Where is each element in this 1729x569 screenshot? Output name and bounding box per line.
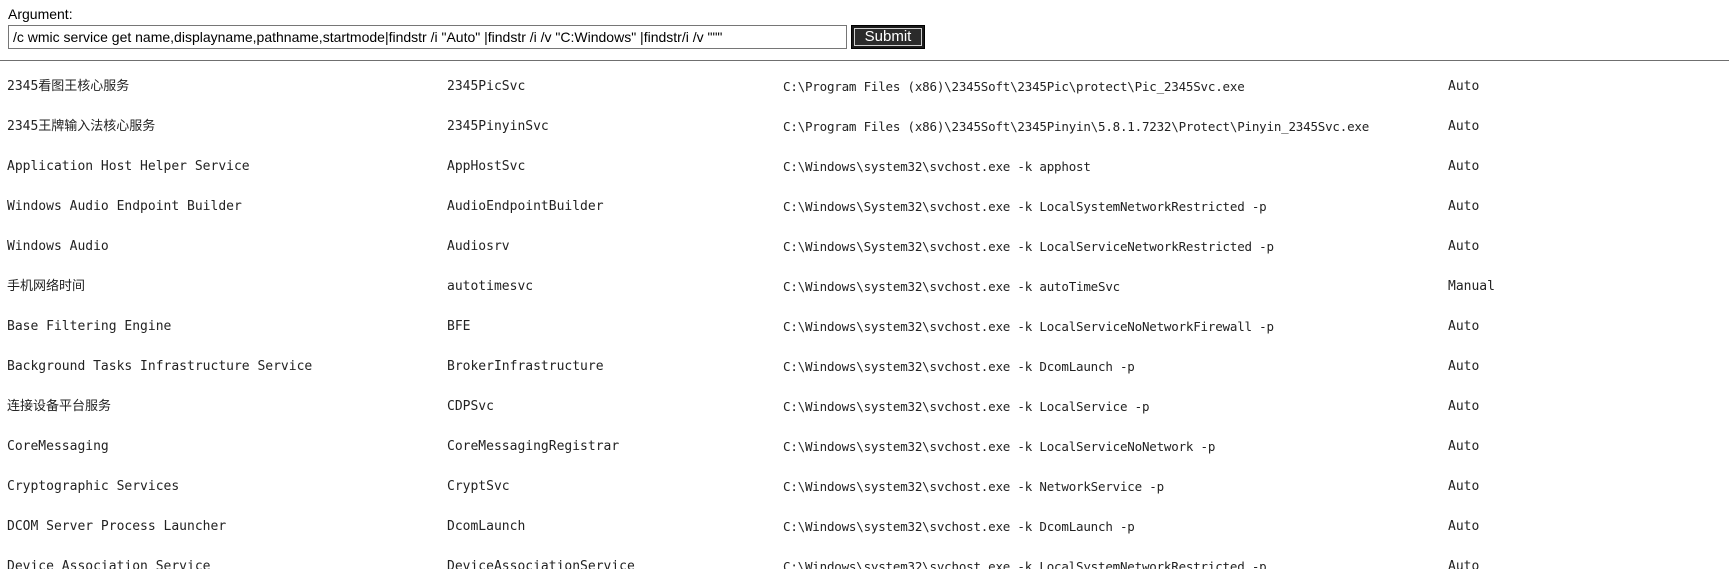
service-row: 2345看图王核心服务 2345PicSvc C:\Program Files … <box>7 69 1722 109</box>
service-display-name: 2345王牌输入法核心服务 <box>7 119 156 134</box>
submit-button[interactable]: Submit <box>851 25 925 49</box>
service-row: 连接设备平台服务 CDPSvc C:\Windows\system32\svch… <box>7 389 1722 429</box>
service-display-name: Cryptographic Services <box>7 479 180 494</box>
service-row: Application Host Helper Service AppHostS… <box>7 149 1722 189</box>
service-start-mode: Auto <box>1448 439 1480 454</box>
service-display-name: 连接设备平台服务 <box>7 399 112 414</box>
argument-form: Argument: Submit <box>8 6 1108 50</box>
service-display-name: Windows Audio Endpoint Builder <box>7 199 242 214</box>
service-display-name: Application Host Helper Service <box>7 159 250 174</box>
service-path: C:\Windows\system32\svchost.exe -k DcomL… <box>783 359 1135 374</box>
service-name: CryptSvc <box>447 479 510 494</box>
service-name: autotimesvc <box>447 279 534 294</box>
service-path: C:\Windows\System32\svchost.exe -k Local… <box>783 199 1267 214</box>
service-row: 手机网络时间 autotimesvc C:\Windows\system32\s… <box>7 269 1722 309</box>
service-display-name: Windows Audio <box>7 239 109 254</box>
service-name: DcomLaunch <box>447 519 526 534</box>
service-path: C:\Windows\system32\svchost.exe -k Local… <box>783 559 1267 569</box>
service-path: C:\Windows\system32\svchost.exe -k Local… <box>783 399 1150 414</box>
service-name: CoreMessagingRegistrar <box>447 439 620 454</box>
service-name: Audiosrv <box>447 239 510 254</box>
service-start-mode: Auto <box>1448 199 1480 214</box>
service-row: 2345王牌输入法核心服务 2345PinyinSvc C:\Program F… <box>7 109 1722 149</box>
service-path: C:\Windows\system32\svchost.exe -k Local… <box>783 319 1274 334</box>
service-name: AppHostSvc <box>447 159 526 174</box>
service-name: BFE <box>447 319 471 334</box>
service-path: C:\Program Files (x86)\2345Soft\2345Pic\… <box>783 79 1245 94</box>
service-display-name: Background Tasks Infrastructure Service <box>7 359 313 374</box>
service-row: Windows Audio Endpoint Builder AudioEndp… <box>7 189 1722 229</box>
service-start-mode: Manual <box>1448 279 1495 294</box>
service-name: BrokerInfrastructure <box>447 359 604 374</box>
service-row: Cryptographic Services CryptSvc C:\Windo… <box>7 469 1722 509</box>
service-start-mode: Auto <box>1448 559 1480 569</box>
service-path: C:\Windows\system32\svchost.exe -k Netwo… <box>783 479 1164 494</box>
service-name: CDPSvc <box>447 399 494 414</box>
argument-label: Argument: <box>8 6 73 22</box>
service-start-mode: Auto <box>1448 239 1480 254</box>
service-start-mode: Auto <box>1448 399 1480 414</box>
service-row: Base Filtering Engine BFE C:\Windows\sys… <box>7 309 1722 349</box>
argument-row: Submit <box>8 24 1108 50</box>
service-display-name: 2345看图王核心服务 <box>7 79 130 94</box>
service-row: Device Association Service DeviceAssocia… <box>7 549 1722 569</box>
service-start-mode: Auto <box>1448 319 1480 334</box>
service-row: CoreMessaging CoreMessagingRegistrar C:\… <box>7 429 1722 469</box>
service-name: DeviceAssociationService <box>447 559 635 569</box>
service-name: 2345PicSvc <box>447 79 526 94</box>
service-path: C:\Program Files (x86)\2345Soft\2345Piny… <box>783 119 1370 134</box>
argument-input[interactable] <box>8 25 847 49</box>
service-path: C:\Windows\System32\svchost.exe -k Local… <box>783 239 1274 254</box>
service-path: C:\Windows\system32\svchost.exe -k Local… <box>783 439 1216 454</box>
service-start-mode: Auto <box>1448 79 1480 94</box>
service-start-mode: Auto <box>1448 359 1480 374</box>
service-start-mode: Auto <box>1448 159 1480 174</box>
service-start-mode: Auto <box>1448 519 1480 534</box>
service-start-mode: Auto <box>1448 479 1480 494</box>
service-row: DCOM Server Process Launcher DcomLaunch … <box>7 509 1722 549</box>
submit-button-label: Submit <box>854 28 922 46</box>
service-display-name: Base Filtering Engine <box>7 319 172 334</box>
service-row: Windows Audio Audiosrv C:\Windows\System… <box>7 229 1722 269</box>
service-display-name: CoreMessaging <box>7 439 109 454</box>
service-name: AudioEndpointBuilder <box>447 199 604 214</box>
service-path: C:\Windows\system32\svchost.exe -k appho… <box>783 159 1091 174</box>
service-path: C:\Windows\system32\svchost.exe -k autoT… <box>783 279 1120 294</box>
service-start-mode: Auto <box>1448 119 1480 134</box>
horizontal-rule <box>0 60 1729 61</box>
service-display-name: Device Association Service <box>7 559 211 569</box>
service-display-name: DCOM Server Process Launcher <box>7 519 227 534</box>
service-list: 2345看图王核心服务 2345PicSvc C:\Program Files … <box>7 69 1722 569</box>
service-name: 2345PinyinSvc <box>447 119 549 134</box>
service-display-name: 手机网络时间 <box>7 279 86 294</box>
service-row: Background Tasks Infrastructure Service … <box>7 349 1722 389</box>
service-path: C:\Windows\system32\svchost.exe -k DcomL… <box>783 519 1135 534</box>
